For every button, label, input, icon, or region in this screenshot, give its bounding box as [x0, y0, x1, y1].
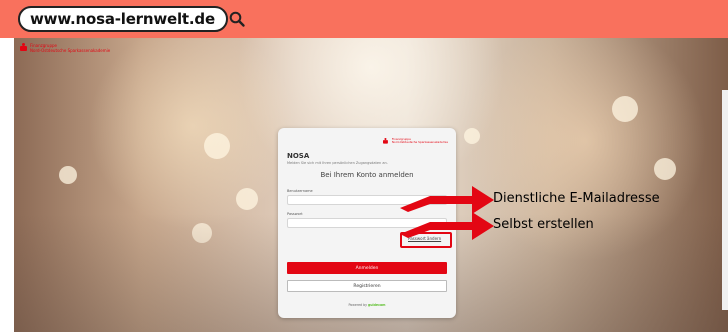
- powered-by: Powered by guidecom: [278, 303, 456, 307]
- card-org-logo: Finanzgruppe Nord-Ostdeutsche Sparkassen…: [382, 137, 448, 146]
- powered-by-brand: guidecom: [368, 303, 386, 307]
- email-hint: Dienstliche E-Mailadresse: [493, 191, 660, 206]
- powered-by-label: Powered by: [348, 303, 367, 307]
- login-button[interactable]: Anmelden: [287, 262, 447, 274]
- bokeh-light: [464, 128, 480, 144]
- org-name-line2: Nord-Ostdeutsche Sparkassenakademie: [391, 140, 448, 145]
- register-button[interactable]: Registrieren: [287, 280, 447, 292]
- bokeh-light: [654, 158, 676, 180]
- scrollbar-edge: [722, 90, 728, 310]
- org-logo: Finanzgruppe Nord-Ostdeutsche Sparkassen…: [20, 43, 110, 53]
- username-label: Benutzername: [287, 189, 313, 193]
- email-arrow: [400, 186, 494, 214]
- password-arrow: [400, 212, 494, 240]
- org-name-line2: Nord-Ostdeutsche Sparkassenakademie: [30, 48, 111, 53]
- bokeh-light: [59, 166, 77, 184]
- login-heading: Bei Ihrem Konto anmelden: [320, 171, 414, 179]
- bokeh-light: [204, 133, 230, 159]
- top-banner: www.nosa-lernwelt.de: [0, 0, 728, 38]
- search-icon[interactable]: [228, 10, 246, 28]
- url-search-bar[interactable]: www.nosa-lernwelt.de: [18, 6, 245, 32]
- sparkasse-logo-icon: [20, 43, 27, 51]
- page-left-margin: [0, 38, 14, 332]
- login-subtitle: Melden Sie sich mit Ihren persönlichen Z…: [287, 161, 388, 165]
- website-url: www.nosa-lernwelt.de: [30, 10, 215, 28]
- password-label: Passwort: [287, 212, 303, 216]
- app-name: NOSA: [287, 152, 310, 160]
- bokeh-light: [612, 96, 638, 122]
- sparkasse-logo-icon: [382, 138, 388, 144]
- password-hint: Selbst erstellen: [493, 217, 594, 232]
- bokeh-light: [236, 188, 258, 210]
